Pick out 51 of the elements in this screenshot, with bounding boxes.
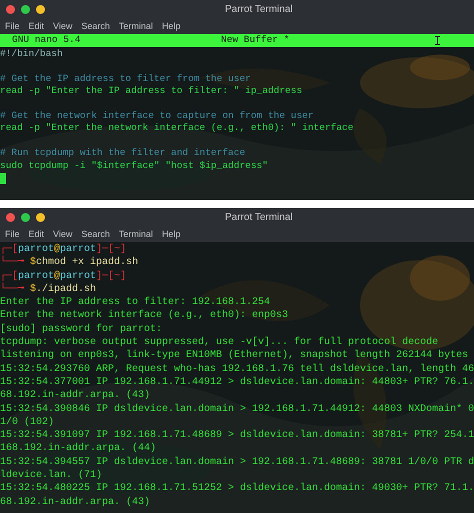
output-line: [sudo] password for parrot: xyxy=(0,322,162,336)
minimize-icon[interactable] xyxy=(36,213,45,222)
menu-item[interactable]: View xyxy=(53,228,72,242)
output-line: 15:32:54.377001 IP 192.168.1.71.44912 > dsldevice.lan.domain: 44803+ PTR? 76.1. xyxy=(0,376,474,390)
close-icon[interactable] xyxy=(6,5,15,14)
menu-item[interactable]: File xyxy=(5,20,20,34)
menu-item[interactable]: File xyxy=(5,228,20,242)
prompt-line: ┌─[parrot@parrot]─[~] xyxy=(0,270,126,282)
output-line: 15:32:54.394557 IP dsldevice.lan.domain > 192.168.1.71.48689: 38781 1/0/0 PTR d xyxy=(0,456,474,470)
buffer-name: New Buffer * xyxy=(221,33,290,48)
nano-version: GNU nano 5.4 xyxy=(12,33,80,48)
close-icon[interactable] xyxy=(6,213,15,222)
text-cursor-icon xyxy=(435,36,440,45)
window-title: Parrot Terminal xyxy=(225,211,293,225)
menu-item[interactable]: Edit xyxy=(28,20,44,34)
menu-item[interactable]: View xyxy=(53,20,72,34)
output-line: tcpdump: verbose output suppressed, use -v[v]... for full protocol decode xyxy=(0,336,438,350)
output-line: 68.192.in-addr.arpa. (43) xyxy=(0,389,150,403)
code-line: read -p "Enter the network interface (e.g., eth0): " interface xyxy=(0,122,354,135)
output-line: 15:32:54.293760 ARP, Request who-has 192.168.1.76 tell dsldevice.lan, length 46 xyxy=(0,362,474,376)
comment-line: # Run tcpdump with the filter and interface xyxy=(0,147,246,160)
menu-item[interactable]: Search xyxy=(81,20,110,34)
output-line: 68.192.in-addr.arpa. (43) xyxy=(0,496,150,509)
comment-line: # Get the network interface to capture on from the user xyxy=(0,110,315,122)
menu-item[interactable]: Terminal xyxy=(118,20,153,34)
output-line: Enter the network interface (e.g., eth0): enp0s3 xyxy=(0,309,288,323)
minimize-icon[interactable] xyxy=(36,5,45,14)
output-line: 1/0 (102) xyxy=(0,416,54,430)
comment-line: # Get the IP address to filter from the user xyxy=(0,72,252,86)
output-line: 15:32:54.480225 IP 192.168.1.71.51252 > dsldevice.lan.domain: 49030+ PTR? 71.1. xyxy=(0,482,474,496)
prompt-line: ┌─[parrot@parrot]─[~] xyxy=(0,243,126,256)
output-line: 168.192.in-addr.arpa. (44) xyxy=(0,442,156,456)
menu-item[interactable]: Help xyxy=(162,228,180,242)
code-line: sudo tcpdump -i "$interface" "host $ip_address" xyxy=(0,160,269,172)
output-line: 15:32:54.390846 IP dsldevice.lan.domain > 192.168.1.71.44912: 44803 NXDomain* 0 xyxy=(0,402,474,416)
menu-item[interactable]: Edit xyxy=(28,228,44,242)
code-line: #!/bin/bash xyxy=(0,48,64,60)
menu-item[interactable]: Help xyxy=(162,20,180,34)
prompt-line: └──╼ $chmod +x ipadd.sh xyxy=(0,256,138,270)
maximize-icon[interactable] xyxy=(21,213,30,222)
code-line: read -p "Enter the IP address to filter: " ip_address xyxy=(0,85,304,98)
output-line: listening on enp0s3, link-type EN10MB (Ethernet), snapshot length 262144 bytes xyxy=(0,349,468,363)
output-line: ldevice.lan. (71) xyxy=(0,469,102,482)
menu-item[interactable]: Terminal xyxy=(118,228,153,242)
maximize-icon[interactable] xyxy=(21,5,30,14)
output-line: 15:32:54.391097 IP 192.168.1.71.48689 > dsldevice.lan.domain: 38781+ PTR? 254.1 xyxy=(0,429,474,442)
window-title: Parrot Terminal xyxy=(225,3,293,17)
menu-item[interactable]: Search xyxy=(81,228,110,242)
text-cursor xyxy=(0,172,6,184)
output-line: Enter the IP address to filter: 192.168.1.254 xyxy=(0,296,270,310)
prompt-line: └──╼ $./ipadd.sh xyxy=(0,282,96,296)
